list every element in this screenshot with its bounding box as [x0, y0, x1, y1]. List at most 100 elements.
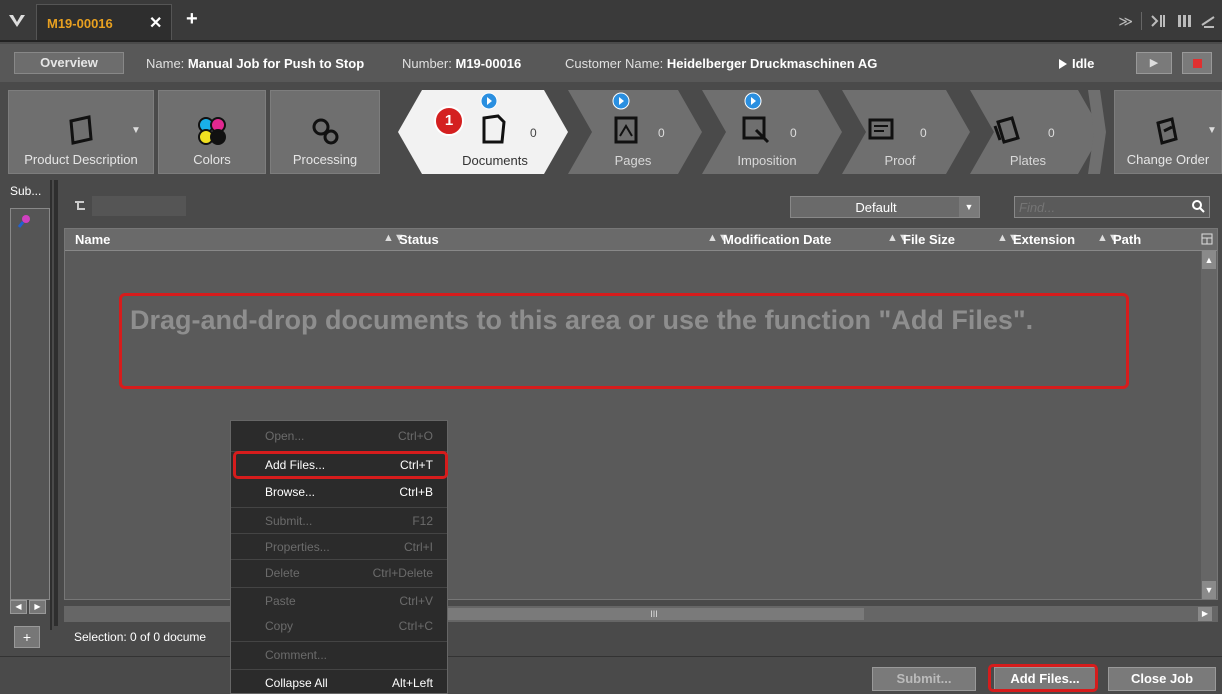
vertical-scrollbar[interactable]: ▲ ▼: [1201, 251, 1217, 599]
scroll-right-icon[interactable]: ▶: [1198, 607, 1212, 621]
documents-count: 0: [530, 126, 537, 140]
col-file-size[interactable]: File Size: [903, 232, 955, 247]
split-view-icon[interactable]: [1150, 13, 1168, 29]
subjob-label: Sub...: [10, 184, 42, 198]
search-icon[interactable]: [17, 213, 33, 229]
processing-label: Processing: [292, 152, 358, 167]
app-logo-icon[interactable]: [6, 10, 28, 32]
product-description-button[interactable]: ▼ Product Description: [8, 90, 154, 174]
step-imposition-play-icon[interactable]: [744, 92, 762, 110]
stop-button[interactable]: [1182, 52, 1212, 74]
proof-label: Proof: [884, 153, 916, 168]
column-settings-icon[interactable]: [1201, 233, 1213, 245]
nav-left-button[interactable]: ◀: [10, 600, 27, 614]
panel-icon[interactable]: [1200, 13, 1216, 29]
scroll-down-icon[interactable]: ▼: [1202, 581, 1216, 599]
menu-item-collapse-all[interactable]: Collapse All Alt+Left: [231, 669, 447, 693]
proof-count: 0: [920, 126, 927, 140]
col-name[interactable]: Name: [75, 232, 110, 247]
processing-button[interactable]: Processing: [270, 90, 380, 174]
menu-item-submit: Submit... F12: [231, 507, 447, 531]
view-select-value: Default: [855, 200, 897, 215]
tab-job[interactable]: M19-00016 ✕: [36, 4, 172, 40]
menu-item-label: Paste: [265, 594, 296, 608]
table-header: Name ▲▼ Status ▲▼ Modification Date ▲▼ F…: [65, 229, 1217, 251]
menu-item-label: Browse...: [265, 485, 316, 499]
chevron-down-icon[interactable]: ▼: [959, 197, 979, 217]
step-documents-play-icon[interactable]: [480, 92, 498, 110]
pages-icon: [614, 116, 638, 144]
add-tab-icon[interactable]: +: [186, 8, 198, 31]
submit-button[interactable]: Submit...: [872, 667, 976, 691]
find-field[interactable]: [1014, 196, 1210, 218]
step-pages[interactable]: 0 Pages: [578, 90, 688, 174]
add-subjob-button[interactable]: +: [14, 626, 40, 648]
start-button[interactable]: ▶: [1136, 52, 1172, 74]
plates-label: Plates: [1009, 153, 1047, 168]
filter-field[interactable]: [92, 196, 186, 216]
view-select[interactable]: Default ▼: [790, 196, 980, 218]
processing-icon: [312, 118, 339, 145]
menu-item-shortcut: F12: [412, 514, 433, 528]
job-number-label: Number:: [402, 56, 452, 71]
panel-splitter[interactable]: [54, 180, 58, 626]
job-status: Idle: [1072, 56, 1095, 71]
overview-button[interactable]: Overview: [14, 52, 124, 74]
tab-job-label: M19-00016: [47, 16, 113, 31]
scroll-right-icon[interactable]: [1086, 90, 1106, 174]
step-plates[interactable]: 0 Plates: [980, 90, 1076, 174]
status-play-icon: [1059, 59, 1067, 69]
overflow-menu-icon[interactable]: ≫: [1118, 13, 1133, 30]
job-number: Number: M19-00016: [402, 56, 521, 71]
menu-item-shortcut: Ctrl+I: [403, 540, 433, 554]
documents-toolbar: Default ▼: [64, 188, 1218, 228]
columns-icon[interactable]: [1176, 13, 1192, 29]
proof-icon: [868, 118, 894, 140]
col-extension[interactable]: Extension: [1013, 232, 1075, 247]
close-tab-icon[interactable]: ✕: [149, 13, 162, 33]
menu-item-paste: Paste Ctrl+V: [231, 587, 447, 611]
customer-name: Customer Name: Heidelberger Druckmaschin…: [565, 56, 877, 71]
scroll-up-icon[interactable]: ▲: [1202, 251, 1216, 269]
search-icon[interactable]: [1191, 199, 1205, 213]
workflow-bar: ▼ Product Description Colors Processing …: [0, 84, 1222, 178]
colors-icon: [198, 117, 226, 145]
nav-right-button[interactable]: ▶: [29, 600, 46, 614]
dropdown-arrow-icon: ▼: [131, 125, 141, 136]
job-name-value: Manual Job for Push to Stop: [187, 56, 365, 71]
scroll-thumb[interactable]: III: [444, 608, 864, 620]
change-order-button[interactable]: ▼ Change Order: [1114, 90, 1222, 174]
plates-count: 0: [1048, 126, 1055, 140]
product-description-icon: [69, 115, 93, 145]
customer-name-value: Heidelberger Druckmaschinen AG: [666, 56, 878, 71]
menu-item-label: Comment...: [265, 648, 328, 662]
tree-view-icon[interactable]: [74, 200, 90, 212]
step-imposition[interactable]: 0 Imposition: [712, 90, 822, 174]
menu-item-shortcut: Alt+Left: [391, 676, 433, 690]
menu-item-shortcut: Ctrl+C: [398, 619, 433, 633]
change-order-label: Change Order: [1126, 152, 1210, 167]
menu-item-label: Collapse All: [265, 676, 328, 690]
col-status[interactable]: Status: [399, 232, 439, 247]
tab-bar: M19-00016 ✕ + ≫: [0, 0, 1222, 42]
col-modification-date[interactable]: Modification Date: [723, 232, 831, 247]
find-input[interactable]: [1015, 197, 1185, 217]
menu-item-label: Copy: [265, 619, 294, 633]
menu-item-properties: Properties... Ctrl+I: [231, 533, 447, 557]
customer-name-label: Customer Name:: [565, 56, 664, 71]
window-controls: ≫: [1118, 10, 1216, 32]
job-info-bar: Overview Name: Manual Job for Push to St…: [0, 44, 1222, 82]
colors-label: Colors: [193, 152, 231, 167]
subjob-list[interactable]: [10, 208, 50, 600]
documents-icon: [482, 114, 506, 144]
colors-button[interactable]: Colors: [158, 90, 266, 174]
imposition-label: Imposition: [737, 153, 797, 168]
col-path[interactable]: Path: [1113, 232, 1141, 247]
pages-count: 0: [658, 126, 665, 140]
close-job-button[interactable]: Close Job: [1108, 667, 1216, 691]
menu-item-browse[interactable]: Browse... Ctrl+B: [231, 479, 447, 503]
step-proof[interactable]: 0 Proof: [852, 90, 948, 174]
menu-item-shortcut: Ctrl+B: [399, 485, 433, 499]
step-pages-play-icon[interactable]: [612, 92, 630, 110]
change-order-icon: [1156, 117, 1178, 145]
